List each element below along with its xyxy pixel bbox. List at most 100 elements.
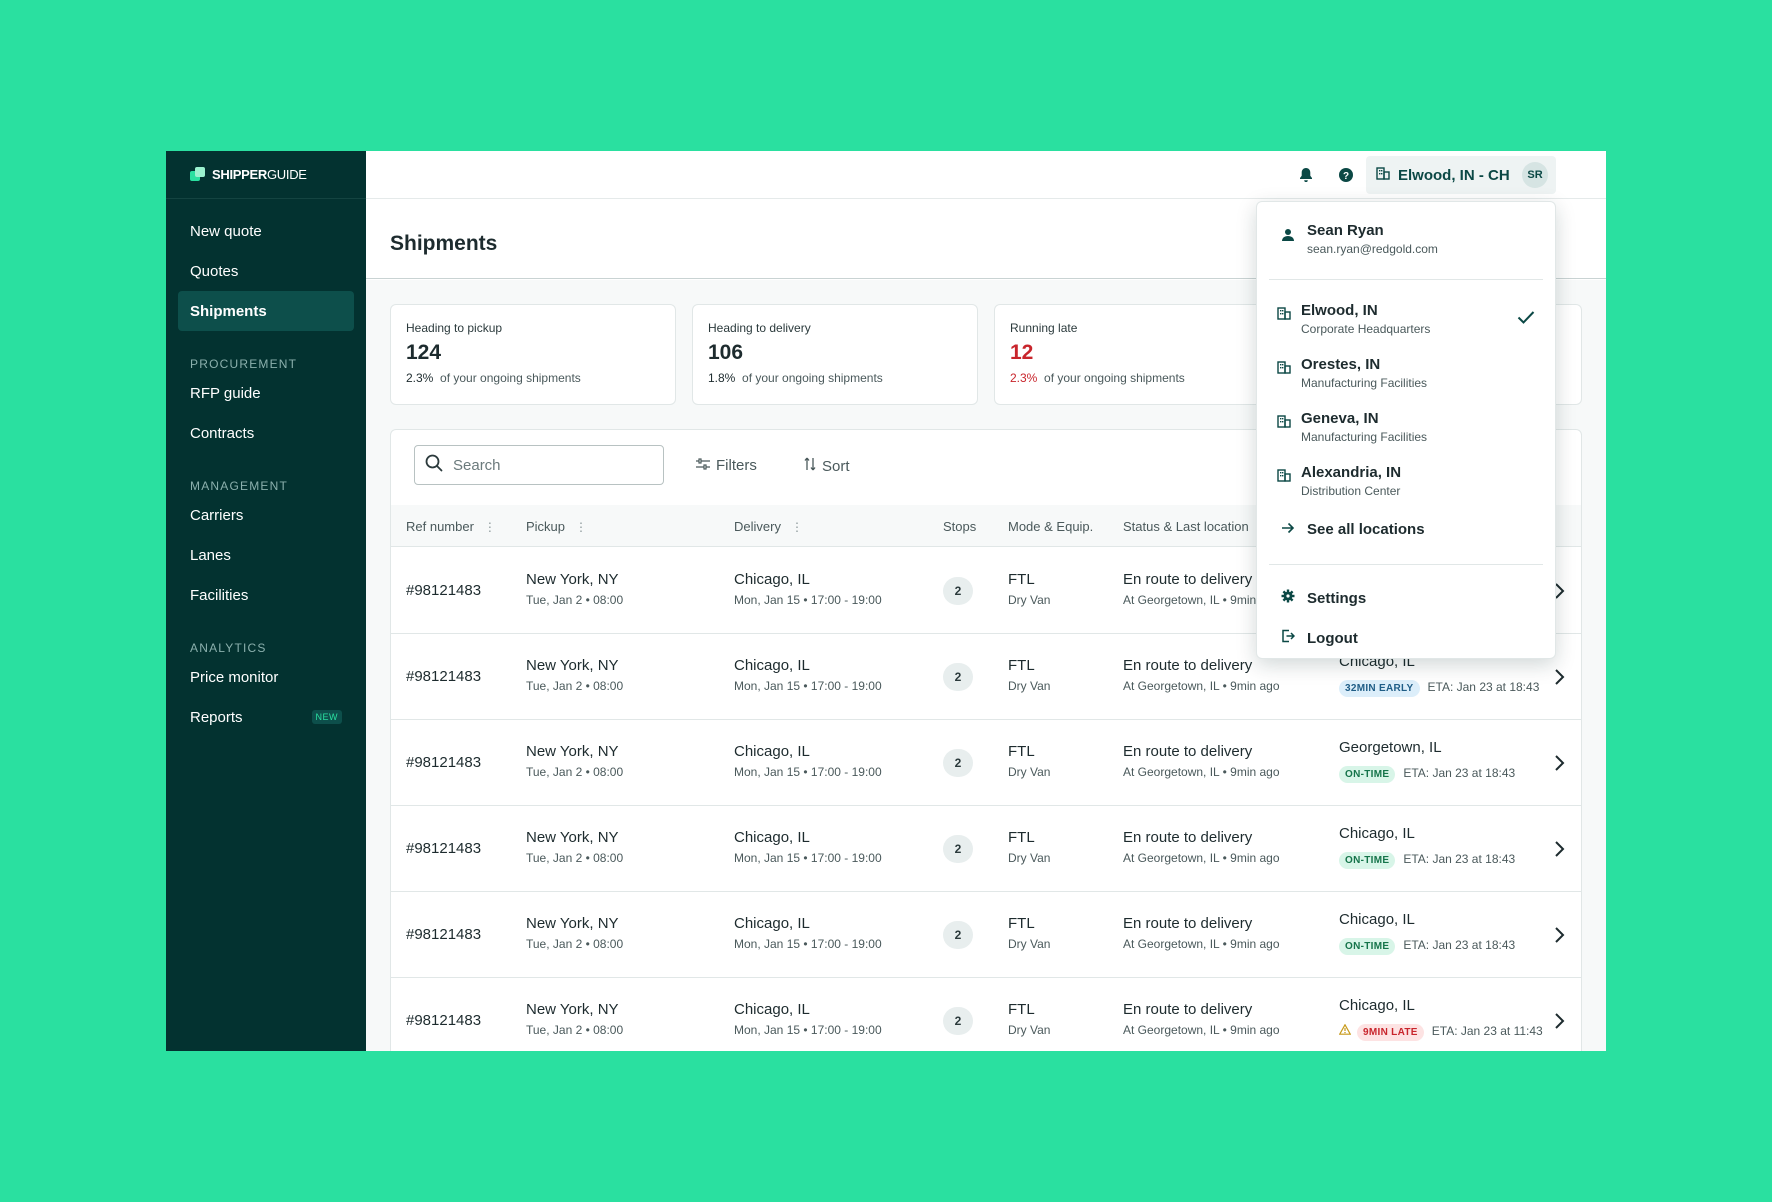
eta-text: ETA: Jan 23 at 18:43 bbox=[1403, 852, 1516, 866]
user-info: Sean Ryan sean.ryan@redgold.com bbox=[1281, 222, 1438, 256]
pickup-cell: New York, NY Tue, Jan 2 • 08:00 bbox=[526, 657, 623, 693]
sidebar-item-price-monitor[interactable]: Price monitor bbox=[178, 657, 354, 697]
location-name: Elwood, IN bbox=[1301, 302, 1378, 319]
table-row[interactable]: #98121483 New York, NY Tue, Jan 2 • 08:00 C… bbox=[391, 720, 1581, 806]
help-icon[interactable]: ? bbox=[1336, 165, 1356, 185]
checkmark-icon bbox=[1517, 310, 1535, 329]
location-option-elwood[interactable]: Elwood, IN Corporate Headquarters bbox=[1277, 302, 1535, 346]
logout-icon bbox=[1281, 629, 1296, 647]
equipment: Dry Van bbox=[1008, 1023, 1051, 1037]
chevron-right-icon[interactable] bbox=[1549, 925, 1569, 945]
stops-badge: 2 bbox=[943, 835, 973, 863]
mode: FTL bbox=[1008, 829, 1035, 846]
last-location: At Georgetown, IL • 9min ago bbox=[1123, 679, 1280, 693]
status-badge: 9MIN LATE bbox=[1357, 1024, 1424, 1042]
user-name: Sean Ryan bbox=[1307, 222, 1384, 239]
ref-number: #98121483 bbox=[406, 1012, 482, 1029]
column-menu-icon[interactable]: ⋮ bbox=[484, 520, 496, 534]
column-status[interactable]: Status & Last location bbox=[1123, 519, 1249, 534]
stops-badge: 2 bbox=[943, 749, 973, 777]
logo[interactable]: SHIPPERGUIDE bbox=[166, 151, 366, 199]
stat-value: 12 bbox=[1010, 341, 1034, 364]
location-type: Manufacturing Facilities bbox=[1301, 376, 1428, 390]
last-location: At Georgetown, IL • 9min ago bbox=[1123, 851, 1280, 865]
logout-menu-item[interactable]: Logout bbox=[1281, 629, 1358, 647]
location-option-geneva[interactable]: Geneva, IN Manufacturing Facilities bbox=[1277, 410, 1535, 454]
status-badge: ON-TIME bbox=[1339, 766, 1396, 783]
stat-value: 124 bbox=[406, 341, 442, 364]
sidebar-item-quotes[interactable]: Quotes bbox=[178, 251, 354, 291]
search-box[interactable] bbox=[414, 445, 664, 485]
delivery-cell: Chicago, IL Mon, Jan 15 • 17:00 - 19:00 bbox=[734, 571, 882, 607]
last-location: At Georgetown, IL • 9min ago bbox=[1123, 765, 1280, 779]
sidebar-item-new-quote[interactable]: New quote bbox=[178, 211, 354, 251]
pickup-city: New York, NY bbox=[526, 1001, 619, 1018]
pickup-time: Tue, Jan 2 • 08:00 bbox=[526, 765, 624, 779]
status-cell: En route to delivery At Georgetown, IL • … bbox=[1123, 829, 1280, 865]
location-type: Manufacturing Facilities bbox=[1301, 430, 1428, 444]
new-badge: NEW bbox=[311, 710, 342, 724]
arrow-right-icon bbox=[1281, 521, 1295, 538]
delivery-time: Mon, Jan 15 • 17:00 - 19:00 bbox=[734, 679, 882, 693]
mode-cell: FTL Dry Van bbox=[1008, 915, 1050, 951]
pickup-time: Tue, Jan 2 • 08:00 bbox=[526, 851, 624, 865]
pickup-cell: New York, NY Tue, Jan 2 • 08:00 bbox=[526, 743, 623, 779]
column-delivery[interactable]: Delivery ⋮ bbox=[734, 519, 803, 534]
column-menu-icon[interactable]: ⋮ bbox=[791, 520, 803, 534]
sidebar-item-lanes[interactable]: Lanes bbox=[178, 535, 354, 575]
sidebar-item-shipments[interactable]: Shipments bbox=[178, 291, 354, 331]
pickup-cell: New York, NY Tue, Jan 2 • 08:00 bbox=[526, 571, 623, 607]
table-row[interactable]: #98121483 New York, NY Tue, Jan 2 • 08:00 C… bbox=[391, 806, 1581, 892]
sidebar-item-carriers[interactable]: Carriers bbox=[178, 495, 354, 535]
svg-text:?: ? bbox=[1343, 171, 1349, 182]
search-input[interactable] bbox=[453, 456, 633, 474]
stat-title: Heading to pickup bbox=[406, 321, 503, 335]
chevron-right-icon[interactable] bbox=[1549, 753, 1569, 773]
column-menu-icon[interactable]: ⋮ bbox=[575, 520, 587, 534]
status-cell: En route to delivery At Georgetown, IL • … bbox=[1123, 1001, 1280, 1037]
sort-button[interactable]: Sort bbox=[804, 457, 850, 475]
column-mode[interactable]: Mode & Equip. bbox=[1008, 519, 1093, 534]
equipment: Dry Van bbox=[1008, 679, 1051, 693]
see-all-locations-link[interactable]: See all locations bbox=[1281, 521, 1425, 538]
chevron-right-icon[interactable] bbox=[1549, 667, 1569, 687]
ref-number: #98121483 bbox=[406, 582, 482, 599]
chevron-right-icon[interactable] bbox=[1549, 839, 1569, 859]
location-cell: Chicago, IL ON-TIME ETA: Jan 23 at 18:43 bbox=[1339, 911, 1515, 955]
column-stops[interactable]: Stops bbox=[943, 519, 976, 534]
eta-text: ETA: Jan 23 at 18:43 bbox=[1427, 680, 1540, 694]
table-row[interactable]: #98121483 New York, NY Tue, Jan 2 • 08:00 C… bbox=[391, 892, 1581, 978]
sidebar-item-contracts[interactable]: Contracts bbox=[178, 413, 354, 453]
sliders-icon bbox=[696, 457, 710, 474]
chevron-right-icon[interactable] bbox=[1549, 1011, 1569, 1031]
bell-icon[interactable] bbox=[1296, 165, 1316, 185]
divider bbox=[1269, 279, 1543, 280]
sidebar-item-reports[interactable]: Reports NEW bbox=[178, 697, 354, 737]
last-location: At Georgetown, IL • 9min ago bbox=[1123, 937, 1280, 951]
location-label: Elwood, IN - CH bbox=[1398, 166, 1510, 184]
status-text: En route to delivery bbox=[1123, 915, 1253, 932]
equipment: Dry Van bbox=[1008, 851, 1051, 865]
table-row[interactable]: #98121483 New York, NY Tue, Jan 2 • 08:00 C… bbox=[391, 978, 1581, 1051]
location-cell: Chicago, IL 9MIN LATE ETA: Jan 23 at 11:43 bbox=[1338, 997, 1543, 1042]
sidebar-item-rfp-guide[interactable]: RFP guide bbox=[178, 373, 354, 413]
stat-title: Running late bbox=[1010, 321, 1078, 335]
column-pickup[interactable]: Pickup ⋮ bbox=[526, 519, 587, 534]
section-management: MANAGEMENT bbox=[190, 479, 289, 493]
location-option-orestes[interactable]: Orestes, IN Manufacturing Facilities bbox=[1277, 356, 1535, 400]
location-switcher-button[interactable]: Elwood, IN - CH SR bbox=[1366, 156, 1556, 194]
sidebar-item-facilities[interactable]: Facilities bbox=[178, 575, 354, 615]
filters-button[interactable]: Filters bbox=[696, 457, 757, 474]
settings-menu-item[interactable]: Settings bbox=[1281, 589, 1366, 607]
equipment: Dry Van bbox=[1008, 937, 1051, 951]
column-ref-number[interactable]: Ref number ⋮ bbox=[406, 519, 496, 534]
status-badge: ON-TIME bbox=[1339, 938, 1396, 955]
location-option-alexandria[interactable]: Alexandria, IN Distribution Center bbox=[1277, 464, 1535, 508]
delivery-cell: Chicago, IL Mon, Jan 15 • 17:00 - 19:00 bbox=[734, 743, 882, 779]
equipment: Dry Van bbox=[1008, 765, 1051, 779]
pickup-time: Tue, Jan 2 • 08:00 bbox=[526, 937, 624, 951]
delivery-time: Mon, Jan 15 • 17:00 - 19:00 bbox=[734, 765, 882, 779]
pickup-cell: New York, NY Tue, Jan 2 • 08:00 bbox=[526, 915, 623, 951]
mode: FTL bbox=[1008, 571, 1035, 588]
avatar[interactable]: SR bbox=[1522, 162, 1548, 188]
